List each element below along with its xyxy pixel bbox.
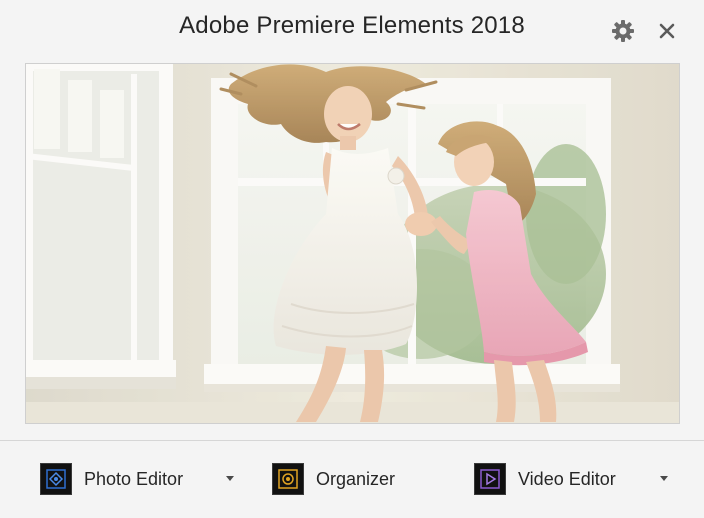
footer-divider [0,440,704,441]
photo-editor-label: Photo Editor [84,468,184,489]
photo-editor-icon [40,463,72,495]
video-editor-dropdown[interactable] [656,470,672,486]
organizer-label: Organizer [316,468,396,489]
close-icon [659,23,675,39]
organizer-launcher[interactable]: Organizer [272,462,395,496]
hero-image [25,63,680,424]
window-title: Adobe Premiere Elements 2018 [179,12,525,39]
video-editor-label: Video Editor [518,468,616,489]
settings-button[interactable] [610,18,636,44]
gear-icon [612,20,634,42]
video-editor-icon [474,463,506,495]
app-window: Adobe Premiere Elements 2018 Photo Edito… [0,0,704,518]
photo-editor-dropdown[interactable] [222,470,238,486]
caret-down-icon [660,476,668,481]
video-editor-launcher[interactable]: Video Editor [474,462,616,496]
close-button[interactable] [654,18,680,44]
caret-down-icon [226,476,234,481]
organizer-icon [272,463,304,495]
photo-editor-launcher[interactable]: Photo Editor [40,462,183,496]
hero-photo [26,64,679,423]
